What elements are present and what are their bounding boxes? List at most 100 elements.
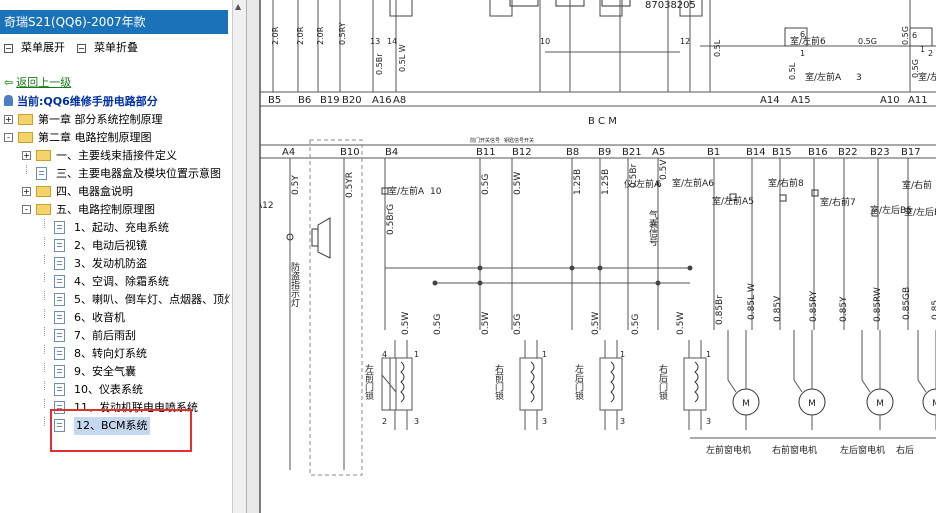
wire-gauge-label: 0.5Y <box>291 175 301 195</box>
lock-coil-icon <box>530 361 535 403</box>
lock-pin-number: 3 <box>706 417 711 426</box>
circuit-diagram: 87038205 2.0R 2.0R 2.0R 0.5RY 0.5Br 0.5L W 0.5L… <box>260 0 936 513</box>
wire-gauge-label: 0.5G <box>513 314 523 335</box>
tree-item[interactable]: 5、喇叭、倒车灯、点烟器、顶灯 <box>0 291 230 309</box>
nav-scrollbar[interactable]: ▲ <box>232 0 247 513</box>
wire-junction <box>597 265 603 271</box>
tree-item-label: 10、仪表系统 <box>74 383 143 396</box>
connector-pin-box <box>779 194 787 202</box>
document-icon <box>36 167 47 180</box>
expand-toggle-icon[interactable]: + <box>22 187 31 196</box>
connector-note: 室/左前6 <box>790 35 826 47</box>
window-motor-label: 右后 <box>896 444 914 456</box>
door-lock-label: 左后门锁 <box>573 363 584 401</box>
wire-gauge-label: 0.85 <box>931 300 936 320</box>
tree-item[interactable]: - 五、电路控制原理图 <box>0 201 230 219</box>
tree-item[interactable]: 8、转向灯系统 <box>0 345 230 363</box>
top-wire-label: 0.5L W <box>398 44 407 72</box>
top-pin-label: A8 <box>393 95 406 106</box>
tree-item[interactable]: 4、空调、除霜系统 <box>0 273 230 291</box>
wire-gauge-label: 0.5W <box>481 312 491 335</box>
document-icon <box>54 293 65 306</box>
folder-icon <box>18 132 33 143</box>
tree-item[interactable]: 3、发动机防盗 <box>0 255 230 273</box>
tree-item[interactable]: 6、收音机 <box>0 309 230 327</box>
bcm-pin-label: A4 <box>282 147 295 158</box>
top-pin-label: B19 <box>320 95 340 106</box>
bcm-pin-label: B10 <box>340 147 360 158</box>
part-number-label: 87038205 <box>645 0 696 11</box>
document-icon <box>54 221 65 234</box>
tree-item-label: 四、电器盒说明 <box>56 185 133 198</box>
tree-connector <box>44 255 45 264</box>
highlight-box <box>50 409 192 452</box>
current-location: 当前:QQ6维修手册电路部分 <box>4 93 158 109</box>
tree-item[interactable]: 2、电动后视镜 <box>0 237 230 255</box>
scroll-up-icon[interactable]: ▲ <box>235 2 241 11</box>
wire-gauge-label: 0.85Br <box>715 295 725 325</box>
tree-item[interactable]: 9、安全气囊 <box>0 363 230 381</box>
window-motor-label: 左后窗电机 <box>840 444 885 456</box>
back-link[interactable]: ⇦ 返回上一级 <box>4 74 71 90</box>
window-motor-label: 右前窗电机 <box>772 444 817 456</box>
tree-item[interactable]: + 一、主要线束插接件定义 <box>0 147 230 165</box>
top-wire-label: 2.0R <box>271 26 280 45</box>
tree-item-label: 4、空调、除霜系统 <box>74 275 169 288</box>
connector-note: A12 <box>260 201 274 211</box>
tree-item[interactable]: 1、起动、充电系统 <box>0 219 230 237</box>
tree-item[interactable]: + 四、电器盒说明 <box>0 183 230 201</box>
motor-wire <box>793 379 803 393</box>
tree-connector <box>44 273 45 282</box>
lock-coil-icon <box>400 361 405 403</box>
wire-gauge-label: 0.85L W <box>747 283 757 320</box>
collapse-all-button[interactable]: 菜单折叠 <box>77 39 138 55</box>
buzzer-icon <box>317 217 331 259</box>
motor-symbol: M <box>742 399 750 409</box>
collapse-toggle-icon[interactable]: - <box>4 133 13 142</box>
folder-icon <box>36 204 51 215</box>
bcm-wiring-diagram: 87038205 2.0R 2.0R 2.0R 0.5RY 0.5Br 0.5L W 0.5L… <box>260 0 936 476</box>
door-switch-contact <box>381 374 397 393</box>
tree-item[interactable]: - 第二章 电路控制原理图 <box>0 129 230 147</box>
top-pin-label: A15 <box>791 95 811 106</box>
wire-gauge-label: 0.85GB <box>902 287 912 320</box>
connector-note: 室/右前 <box>902 179 932 191</box>
lock-coil-icon <box>694 361 699 403</box>
expand-toggle-icon[interactable]: + <box>4 115 13 124</box>
top-wire-label: 2.0R <box>296 26 305 45</box>
connector-note: 室/右前8 <box>768 177 804 189</box>
top-pin-label: B6 <box>298 95 311 106</box>
tree-item[interactable]: + 第一章 部分系统控制原理 <box>0 111 230 129</box>
expand-all-button[interactable]: 菜单展开 <box>4 39 65 55</box>
tree-item-label: 三、主要电器盒及模块位置示意图 <box>56 167 221 180</box>
buzzer-body <box>311 228 319 247</box>
top-wire-label: 0.5L <box>788 62 797 80</box>
wire-gauge-label: 0.5G <box>481 174 491 195</box>
tree-item-label: 2、电动后视镜 <box>74 239 147 252</box>
motor-wire <box>727 379 737 393</box>
lock-pin-number: 4 <box>382 350 387 359</box>
top-wire-label: 0.5RY <box>338 22 347 45</box>
tree-item[interactable]: 三、主要电器盒及模块位置示意图 <box>0 165 230 183</box>
bcm-pin-label: B11 <box>476 147 496 158</box>
top-pin-label: B20 <box>342 95 362 106</box>
wire-junction <box>477 265 483 271</box>
tree-item[interactable]: 10、仪表系统 <box>0 381 230 399</box>
top-connector-box <box>389 0 413 17</box>
document-icon <box>54 383 65 396</box>
connector-note: 室/左前A <box>805 71 842 83</box>
collapse-toggle-icon[interactable]: - <box>22 205 31 214</box>
door-lock-label: 右后门锁 <box>657 363 668 401</box>
tree-item[interactable]: 7、前后雨刮 <box>0 327 230 345</box>
tree-item-label: 五、电路控制原理图 <box>56 203 155 216</box>
panel-splitter[interactable] <box>246 0 261 513</box>
toolbar-block <box>509 0 539 7</box>
motor-wire <box>917 379 927 393</box>
bcm-pin-label: B14 <box>746 147 766 158</box>
tree-item-label: 3、发动机防盗 <box>74 257 147 270</box>
lock-pin-number: 1 <box>414 350 419 359</box>
bcm-pin-label: B16 <box>808 147 828 158</box>
connector-note: 室/左前A6 <box>672 177 714 189</box>
expand-toggle-icon[interactable]: + <box>22 151 31 160</box>
door-lock-label: 右前门锁 <box>493 363 504 401</box>
